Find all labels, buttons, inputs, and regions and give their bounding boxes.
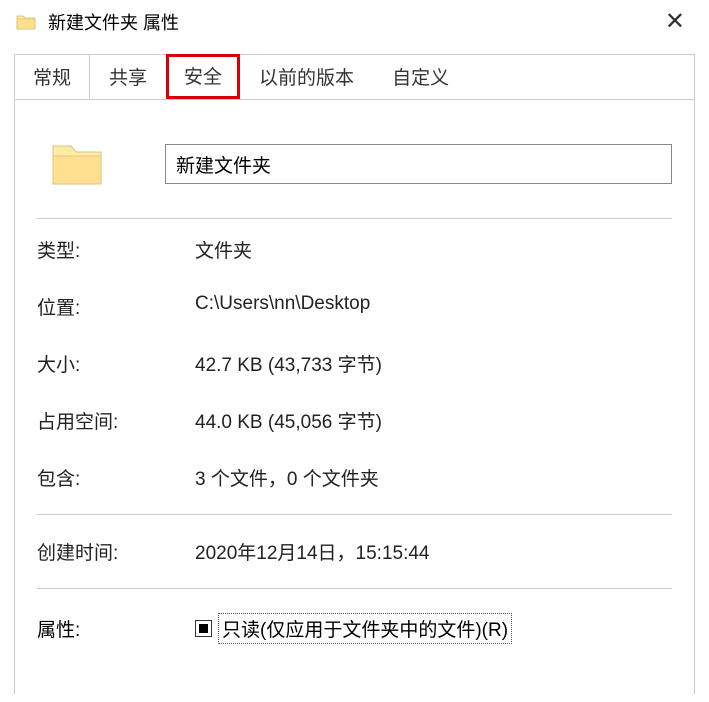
- tab-strip: 常规 共享 安全 以前的版本 自定义: [14, 54, 693, 99]
- tab-previous-versions[interactable]: 以前的版本: [240, 54, 373, 99]
- contains-label: 包含:: [37, 464, 195, 491]
- folder-large-icon: [49, 136, 105, 192]
- header-row: [37, 120, 672, 219]
- readonly-checkbox-wrap: 只读(仅应用于文件夹中的文件)(R): [195, 613, 512, 644]
- title-left: 新建文件夹 属性: [16, 9, 179, 35]
- tab-custom[interactable]: 自定义: [373, 54, 468, 99]
- attributes-label: 属性:: [37, 615, 195, 642]
- tab-content-general: 类型: 文件夹 位置: C:\Users\nn\Desktop 大小: 42.7…: [15, 99, 694, 664]
- readonly-checkbox[interactable]: [195, 620, 212, 637]
- properties-window: 新建文件夹 属性 ✕ 常规 共享 安全 以前的版本 自定义: [0, 0, 709, 702]
- attributes-row: 属性: 只读(仅应用于文件夹中的文件)(R): [37, 597, 672, 644]
- location-label: 位置:: [37, 293, 195, 320]
- contains-row: 包含: 3 个文件，0 个文件夹: [37, 449, 672, 506]
- title-bar: 新建文件夹 属性 ✕: [0, 0, 709, 44]
- location-value: C:\Users\nn\Desktop: [195, 293, 672, 320]
- size-value: 42.7 KB (43,733 字节): [195, 350, 672, 377]
- divider-2: [37, 588, 672, 589]
- created-value: 2020年12月14日，15:15:44: [195, 538, 672, 565]
- checkbox-indeterminate-fill: [199, 624, 208, 633]
- tab-security[interactable]: 安全: [166, 54, 240, 99]
- divider: [37, 514, 672, 515]
- type-row: 类型: 文件夹: [37, 221, 672, 278]
- tab-general[interactable]: 常规: [14, 54, 90, 99]
- info-table: 类型: 文件夹 位置: C:\Users\nn\Desktop 大小: 42.7…: [37, 219, 672, 644]
- window-title: 新建文件夹 属性: [48, 9, 179, 35]
- disk-size-label: 占用空间:: [37, 407, 195, 434]
- folder-icon: [16, 14, 36, 30]
- size-label: 大小:: [37, 350, 195, 377]
- disk-size-value: 44.0 KB (45,056 字节): [195, 407, 672, 434]
- readonly-label: 只读(仅应用于文件夹中的文件)(R): [218, 613, 512, 644]
- contains-value: 3 个文件，0 个文件夹: [195, 464, 672, 491]
- tab-share[interactable]: 共享: [90, 54, 166, 99]
- type-label: 类型:: [37, 236, 195, 263]
- created-label: 创建时间:: [37, 538, 195, 565]
- size-row: 大小: 42.7 KB (43,733 字节): [37, 335, 672, 392]
- folder-name-input[interactable]: [165, 144, 672, 184]
- close-icon[interactable]: ✕: [653, 6, 697, 38]
- disk-size-row: 占用空间: 44.0 KB (45,056 字节): [37, 392, 672, 449]
- location-row: 位置: C:\Users\nn\Desktop: [37, 278, 672, 335]
- tab-panel: 常规 共享 安全 以前的版本 自定义 类型: 文件夹: [14, 54, 695, 694]
- created-row: 创建时间: 2020年12月14日，15:15:44: [37, 523, 672, 580]
- type-value: 文件夹: [195, 236, 672, 263]
